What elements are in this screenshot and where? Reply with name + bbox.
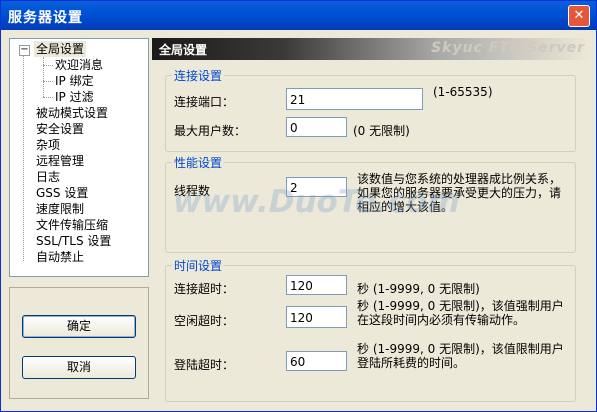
- tree-item-gss[interactable]: GSS 设置: [36, 185, 88, 201]
- tree-item-ssl[interactable]: SSL/TLS 设置: [36, 233, 111, 249]
- tree-item-ip-bind[interactable]: IP 绑定: [55, 73, 94, 89]
- page-title: 全局设置: [159, 43, 208, 57]
- close-icon: ✕: [573, 8, 585, 23]
- tree-item-ip-filter[interactable]: IP 过滤: [55, 89, 94, 105]
- idle-timeout-input[interactable]: 120: [286, 306, 347, 328]
- idle-timeout-hint: 秒 (1-9999, 0 无限制)，该值强制用户在这段时间内必须有传输动作。: [357, 299, 564, 327]
- tree-item-log[interactable]: 日志: [36, 169, 60, 185]
- tree-item-passive[interactable]: 被动模式设置: [36, 105, 108, 121]
- tree-connector: [43, 65, 53, 66]
- max-users-input[interactable]: 0: [286, 117, 347, 137]
- tree-item-speed[interactable]: 速度限制: [36, 201, 84, 217]
- port-label: 连接端口：: [174, 95, 235, 109]
- tree-connector: [43, 97, 53, 98]
- max-users-label: 最大用户数：: [174, 124, 247, 138]
- conn-timeout-hint: 秒 (1-9999, 0 无限制): [357, 282, 480, 296]
- cancel-button[interactable]: 取消: [22, 356, 136, 379]
- tree-connector: [43, 81, 53, 82]
- window-title: 服务器设置: [8, 10, 83, 26]
- tree-item-autoban[interactable]: 自动禁止: [36, 249, 84, 265]
- tree-item-welcome[interactable]: 欢迎消息: [55, 57, 103, 73]
- watermark: www.DuoTe.com: [173, 184, 460, 220]
- max-users-hint: (0 无限制): [353, 124, 410, 138]
- login-timeout-hint: 秒 (1-9999, 0 无限制)，该值限制用户登陆所耗费的时间。: [357, 342, 564, 370]
- connection-group-label: 连接设置: [172, 67, 225, 84]
- settings-window: 服务器设置 ✕ − 全局设置 欢迎消息 IP 绑定 IP 过滤 被动模式设置 安…: [0, 0, 597, 412]
- ok-button[interactable]: 确定: [22, 315, 136, 338]
- tree-item-global[interactable]: 全局设置: [34, 41, 87, 57]
- tree-item-misc[interactable]: 杂项: [36, 137, 60, 153]
- title-bar[interactable]: 服务器设置 ✕: [1, 1, 596, 30]
- connection-group: 连接设置: [165, 67, 576, 152]
- tree-item-security[interactable]: 安全设置: [36, 121, 84, 137]
- login-timeout-input[interactable]: 60: [286, 351, 347, 371]
- conn-timeout-input[interactable]: 120: [286, 275, 347, 295]
- tree-item-remote[interactable]: 远程管理: [36, 153, 84, 169]
- settings-tree: − 全局设置 欢迎消息 IP 绑定 IP 过滤 被动模式设置 安全设置 杂项 远…: [9, 38, 149, 277]
- tree-connector: [43, 57, 44, 97]
- brand-logo: Skyuc FTP Server: [431, 40, 585, 56]
- performance-group-label: 性能设置: [172, 154, 225, 171]
- timeout-group-label: 时间设置: [172, 257, 225, 274]
- port-range-hint: (1-65535): [433, 85, 493, 99]
- idle-timeout-label: 空闲超时：: [174, 314, 235, 328]
- tree-item-compression[interactable]: 文件传输压缩: [36, 217, 108, 233]
- port-input[interactable]: 21: [286, 88, 423, 110]
- conn-timeout-label: 连接超时：: [174, 282, 235, 296]
- close-button[interactable]: ✕: [568, 5, 590, 27]
- tree-connector: [23, 55, 24, 261]
- collapse-icon[interactable]: −: [19, 45, 30, 56]
- login-timeout-label: 登陆超时：: [174, 358, 235, 372]
- page-header: 全局设置 Skyuc FTP Server: [152, 38, 591, 60]
- button-panel: 确定 取消: [9, 287, 149, 399]
